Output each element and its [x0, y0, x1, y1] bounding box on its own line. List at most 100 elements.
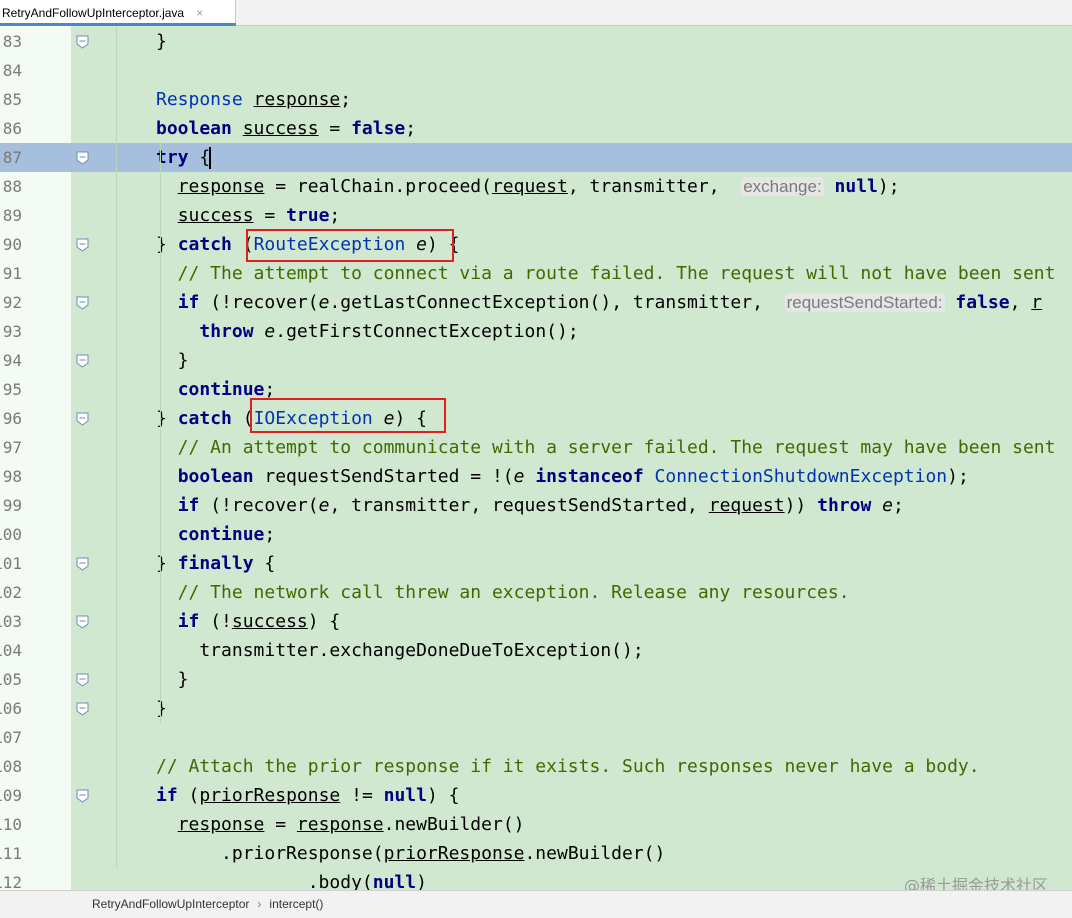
- code-token: catch: [177, 234, 232, 255]
- code-token: .newBuilder(): [383, 814, 525, 835]
- breadcrumb-method[interactable]: intercept(): [269, 897, 323, 911]
- code-text: // The network call threw an exception. …: [156, 578, 850, 607]
- code-token: response: [177, 814, 265, 835]
- close-icon[interactable]: ×: [196, 6, 203, 20]
- code-token: e: [882, 495, 893, 516]
- line-number: 85: [2, 90, 22, 109]
- line-number: 111: [0, 844, 22, 863]
- code-token: if: [177, 495, 200, 516]
- line-number: 86: [2, 119, 22, 138]
- fold-marker-icon[interactable]: [76, 238, 89, 252]
- code-line[interactable]: 110 response = response.newBuilder(): [0, 810, 1072, 839]
- code-token: e: [318, 495, 330, 516]
- code-text: if (!success) {: [156, 607, 341, 636]
- code-token: !=: [340, 785, 384, 806]
- code-text: continue;: [156, 520, 276, 549]
- code-text: if (priorResponse != null) {: [156, 781, 460, 810]
- code-token: null: [372, 872, 417, 890]
- code-token: success: [231, 611, 308, 632]
- code-token: false: [351, 118, 406, 139]
- code-text: // Attach the prior response if it exist…: [156, 752, 980, 781]
- line-number: 92: [2, 293, 22, 312]
- code-token: =: [318, 118, 352, 139]
- indent-guide: [160, 143, 161, 723]
- line-number: 88: [2, 177, 22, 196]
- code-token: Response: [156, 89, 243, 110]
- tab-retry-and-follow-up-interceptor[interactable]: RetryAndFollowUpInterceptor.java ×: [0, 0, 236, 25]
- line-number: 91: [2, 264, 22, 283]
- code-token: , transmitter,: [567, 176, 742, 197]
- code-token: catch: [177, 408, 232, 429]
- fold-marker-icon[interactable]: [76, 35, 89, 49]
- code-token: }: [156, 698, 167, 719]
- code-token: if: [156, 785, 178, 806]
- code-token: boolean: [177, 466, 254, 487]
- code-token: (!recover(: [199, 495, 319, 516]
- code-token: );: [877, 176, 900, 197]
- code-token: ): [416, 872, 427, 890]
- breadcrumb-class[interactable]: RetryAndFollowUpInterceptor: [92, 897, 249, 911]
- line-number: 100: [0, 525, 22, 544]
- fold-marker-icon[interactable]: [76, 673, 89, 687]
- code-token: if: [177, 611, 200, 632]
- line-number: 105: [0, 670, 22, 689]
- code-token: .priorResponse(: [156, 843, 384, 864]
- line-number: 84: [2, 61, 22, 80]
- line-number: 112: [0, 873, 22, 890]
- breadcrumb-separator: ›: [257, 897, 262, 911]
- code-token: ConnectionShutdownException: [654, 466, 948, 487]
- code-token: true: [286, 205, 330, 226]
- code-token: instanceof: [535, 466, 644, 487]
- parameter-hint: requestSendStarted:: [784, 293, 945, 312]
- code-token: ;: [340, 89, 352, 110]
- code-editor[interactable]: 83} 84 85 Response response; 86 boolean succe…: [0, 26, 1072, 890]
- code-token: r: [1031, 292, 1043, 313]
- fold-marker-icon[interactable]: [76, 412, 89, 426]
- line-number: 89: [2, 206, 22, 225]
- code-token: .body(: [156, 872, 373, 890]
- code-token: {: [253, 553, 276, 574]
- code-line[interactable]: 83}: [0, 27, 1072, 56]
- code-token: =: [264, 814, 297, 835]
- line-number: 83: [2, 32, 22, 51]
- fold-marker-icon[interactable]: [76, 789, 89, 803]
- code-token: ) {: [426, 785, 460, 806]
- code-token: ;: [892, 495, 904, 516]
- code-token: response: [296, 814, 384, 835]
- code-line[interactable]: 108 // Attach the prior response if it ex…: [0, 752, 1072, 781]
- code-token: null: [834, 176, 878, 197]
- fold-marker-icon[interactable]: [76, 151, 89, 165]
- code-line[interactable]: 86 boolean success = false;: [0, 114, 1072, 143]
- code-token: request: [491, 176, 568, 197]
- code-token: success: [177, 205, 254, 226]
- code-text: boolean requestSendStarted = !(e instanc…: [156, 462, 969, 491]
- code-text: if (!recover(e.getLastConnectException()…: [156, 288, 1042, 317]
- code-text: success = true;: [156, 201, 341, 230]
- editor-tab-bar: RetryAndFollowUpInterceptor.java ×: [0, 0, 1072, 26]
- code-token: ,: [1009, 292, 1032, 313]
- code-line[interactable]: 85 Response response;: [0, 85, 1072, 114]
- fold-marker-icon[interactable]: [76, 296, 89, 310]
- code-line[interactable]: 111 .priorResponse(priorResponse.newBuil…: [0, 839, 1072, 868]
- code-token: boolean: [156, 118, 232, 139]
- fold-marker-icon[interactable]: [76, 557, 89, 571]
- code-line[interactable]: 109 if (priorResponse != null) {: [0, 781, 1072, 810]
- code-line[interactable]: 84: [0, 56, 1072, 85]
- line-number: 107: [0, 728, 22, 747]
- line-number: 101: [0, 554, 22, 573]
- fold-marker-icon[interactable]: [76, 702, 89, 716]
- code-token: e: [318, 292, 330, 313]
- code-line[interactable]: 107: [0, 723, 1072, 752]
- code-token: finally: [177, 553, 254, 574]
- code-token: false: [955, 292, 1010, 313]
- code-token: if: [177, 292, 200, 313]
- fold-marker-icon[interactable]: [76, 615, 89, 629]
- fold-marker-icon[interactable]: [76, 354, 89, 368]
- line-number: 94: [2, 351, 22, 370]
- code-token: .getFirstConnectException();: [275, 321, 579, 342]
- code-token: .newBuilder(): [524, 843, 666, 864]
